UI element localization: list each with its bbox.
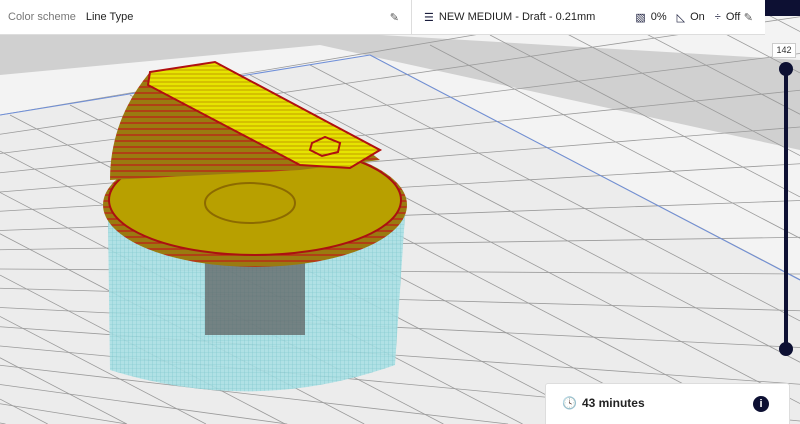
profile-name: NEW MEDIUM - Draft - 0.21mm xyxy=(438,11,596,23)
print-time: 43 minutes xyxy=(581,396,645,410)
print-estimate-card: 🕓 43 minutes i xyxy=(545,383,790,424)
edit-pencil-icon[interactable]: ✎ xyxy=(390,11,399,24)
header-strip xyxy=(765,0,800,16)
layer-slider-top-handle[interactable] xyxy=(779,62,793,76)
clock-icon: 🕓 xyxy=(562,396,577,410)
infill-value: 0% xyxy=(650,11,667,23)
adhesion-icon: ÷ xyxy=(714,11,721,23)
color-scheme-label: Color scheme xyxy=(8,11,76,23)
layer-slider-track[interactable] xyxy=(784,68,788,349)
layer-slider-bottom-handle[interactable] xyxy=(779,342,793,356)
info-icon[interactable]: i xyxy=(753,396,769,412)
profile-icon: ☰ xyxy=(424,11,434,24)
color-scheme-value[interactable]: Line Type xyxy=(86,11,134,23)
edit-pencil-icon[interactable]: ✎ xyxy=(744,11,753,24)
top-toolbar: Color scheme Line Type ✎ ☰ NEW MEDIUM - … xyxy=(0,0,765,35)
adhesion-value: Off xyxy=(725,11,741,23)
support-value: On xyxy=(690,11,705,23)
layer-number[interactable]: 142 xyxy=(772,43,796,58)
view-settings-panel[interactable]: Color scheme Line Type ✎ xyxy=(0,0,412,34)
support-icon: ◺ xyxy=(676,11,686,24)
print-settings-panel[interactable]: ☰ NEW MEDIUM - Draft - 0.21mm ▧ 0% ◺ On … xyxy=(412,0,765,34)
infill-icon: ▧ xyxy=(635,11,646,24)
build-plate-viewport[interactable] xyxy=(0,0,800,424)
